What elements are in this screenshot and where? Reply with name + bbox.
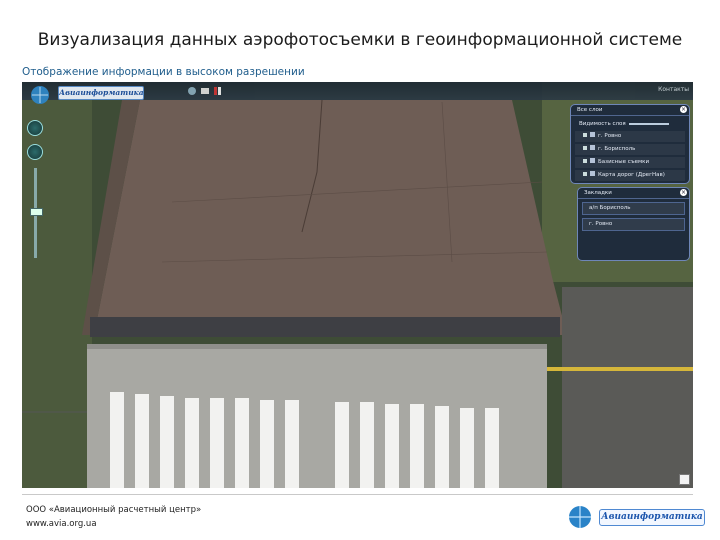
checkbox[interactable] (583, 146, 587, 150)
layer-opacity-label: Видимость слоя (579, 121, 626, 127)
navigate-icon[interactable] (187, 86, 197, 96)
close-icon[interactable]: × (680, 106, 687, 113)
bookmark-item[interactable]: г. Ровно (582, 218, 685, 231)
company-name: ООО «Авиационный расчетный центр» (26, 505, 202, 515)
flag-icon[interactable] (213, 86, 223, 96)
layer-label: Карта дорог (ДрегНав) (598, 172, 665, 178)
bookmarks-panel: Закладки × а/п Борисполь г. Ровно (577, 187, 690, 261)
bookmarks-panel-title: Закладки (584, 190, 612, 196)
layer-icon (590, 158, 595, 163)
print-icon[interactable] (200, 86, 210, 96)
map-toolbar: Авиаинформатика Контакты (22, 82, 693, 104)
bookmark-item[interactable]: а/п Борисполь (582, 202, 685, 215)
footer-divider (22, 494, 693, 495)
globe-logo-icon (569, 506, 591, 528)
checkbox[interactable] (583, 133, 587, 137)
layer-item[interactable]: г. Борисполь (575, 144, 685, 155)
fullscreen-icon[interactable] (679, 474, 690, 485)
slide-subtitle: Отображение информации в высоком разреше… (22, 66, 305, 78)
globe-logo-icon (31, 86, 49, 104)
website-url: www.avia.org.ua (26, 519, 97, 529)
compass-icon[interactable] (27, 120, 43, 136)
close-icon[interactable]: × (680, 189, 687, 196)
footer-logo-text: Авиаинформатика (599, 509, 705, 526)
layer-item[interactable]: Базисные съемки (575, 157, 685, 168)
layer-label: г. Ровно (598, 133, 622, 139)
layer-opacity-slider[interactable] (629, 123, 669, 125)
layer-label: Базисные съемки (598, 159, 650, 165)
map-viewport[interactable]: Авиаинформатика Контакты Все слои × Види… (22, 82, 693, 488)
layer-icon (590, 145, 595, 150)
footer-logo: Авиаинформатика (565, 501, 705, 533)
zoom-slider[interactable] (29, 168, 43, 258)
layer-icon (590, 132, 595, 137)
zoom-slider-handle[interactable] (29, 208, 43, 216)
navigation-controls (27, 120, 43, 340)
checkbox[interactable] (583, 172, 587, 176)
layer-label: г. Борисполь (598, 146, 636, 152)
layer-item[interactable]: Карта дорог (ДрегНав) (575, 170, 685, 181)
layers-panel-title: Все слои (577, 107, 603, 113)
checkbox[interactable] (583, 159, 587, 163)
app-logo-text: Авиаинформатика (58, 86, 144, 100)
contacts-link[interactable]: Контакты (658, 86, 689, 93)
slide-title: Визуализация данных аэрофотосъемки в гео… (37, 30, 683, 50)
layer-icon (590, 171, 595, 176)
layer-item[interactable]: г. Ровно (575, 131, 685, 142)
pan-control-icon[interactable] (27, 144, 43, 160)
layers-panel: Все слои × Видимость слоя г. Ровно г. Бо… (570, 104, 690, 184)
